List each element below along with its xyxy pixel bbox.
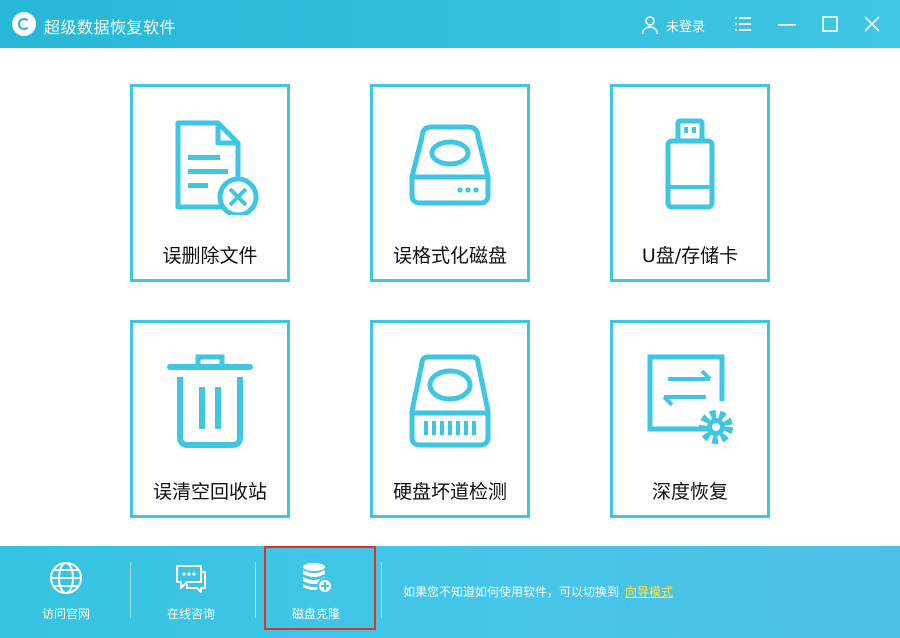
deleted-file-icon: [175, 120, 259, 215]
tile-label: 误清空回收站: [152, 481, 267, 503]
chat-icon: [176, 565, 206, 593]
trash-icon: [167, 354, 253, 448]
tile-recycle-bin[interactable]: 误清空回收站: [130, 320, 290, 518]
wizard-mode-link[interactable]: 向导模式: [625, 585, 673, 599]
tile-formatted-disk[interactable]: 误格式化磁盘: [370, 84, 530, 282]
user-status-label: 未登录: [666, 19, 706, 35]
menu-icon: [735, 17, 751, 31]
bottom-item-label: 访问官网: [41, 607, 90, 621]
separator: [381, 562, 382, 618]
maximize-button[interactable]: [818, 12, 842, 36]
user-icon: [641, 16, 659, 35]
app-logo-icon: [12, 12, 36, 36]
visit-website-button[interactable]: 访问官网: [4, 546, 128, 638]
minimize-button[interactable]: [775, 12, 799, 36]
menu-button[interactable]: [731, 12, 755, 36]
login-button[interactable]: 未登录: [640, 14, 705, 36]
tile-usb-storage[interactable]: U盘/存储卡: [610, 84, 770, 282]
guide-hint: 如果您不知道如何使用软件，可以切换到 向导模式: [403, 583, 673, 600]
tile-bad-sector-check[interactable]: 硬盘坏道检测: [370, 320, 530, 518]
tile-label: 深度恢复: [651, 481, 728, 503]
bottom-item-label: 在线咨询: [166, 607, 215, 621]
maximize-icon: [822, 16, 838, 32]
app-window: 超级数据恢复软件 未登录 误删除文件 误格式化磁盘 U盘/存储卡 误清空回收站 …: [0, 0, 900, 638]
tile-deleted-files[interactable]: 误删除文件: [130, 84, 290, 282]
highlight-box: [264, 546, 376, 630]
tile-deep-recovery[interactable]: 深度恢复: [610, 320, 770, 518]
title-bar[interactable]: 超级数据恢复软件 未登录: [0, 0, 900, 48]
tile-label: 硬盘坏道检测: [392, 481, 507, 503]
usb-drive-icon: [665, 118, 715, 210]
globe-icon: [50, 562, 82, 594]
tile-label: 误格式化磁盘: [392, 245, 507, 267]
tile-label: U盘/存储卡: [641, 245, 739, 267]
tile-label: 误删除文件: [162, 245, 258, 267]
online-consult-button[interactable]: 在线咨询: [129, 546, 253, 638]
close-button[interactable]: [860, 12, 884, 36]
main-panel: 误删除文件 误格式化磁盘 U盘/存储卡 误清空回收站 硬盘坏道检测 深度恢复: [6, 48, 894, 546]
deep-recovery-icon: [647, 354, 733, 444]
disk-icon: [409, 124, 491, 206]
guide-hint-text: 如果您不知道如何使用软件，可以切换到: [403, 585, 620, 599]
close-icon: [864, 16, 880, 32]
minimize-icon: [778, 24, 796, 26]
bottom-bar: 访问官网 在线咨询 磁盘克隆 如果您不知道如何使用软件，可以切换到 向导模式: [0, 546, 900, 638]
hard-drive-icon: [409, 354, 491, 448]
app-title: 超级数据恢复软件: [44, 18, 177, 37]
